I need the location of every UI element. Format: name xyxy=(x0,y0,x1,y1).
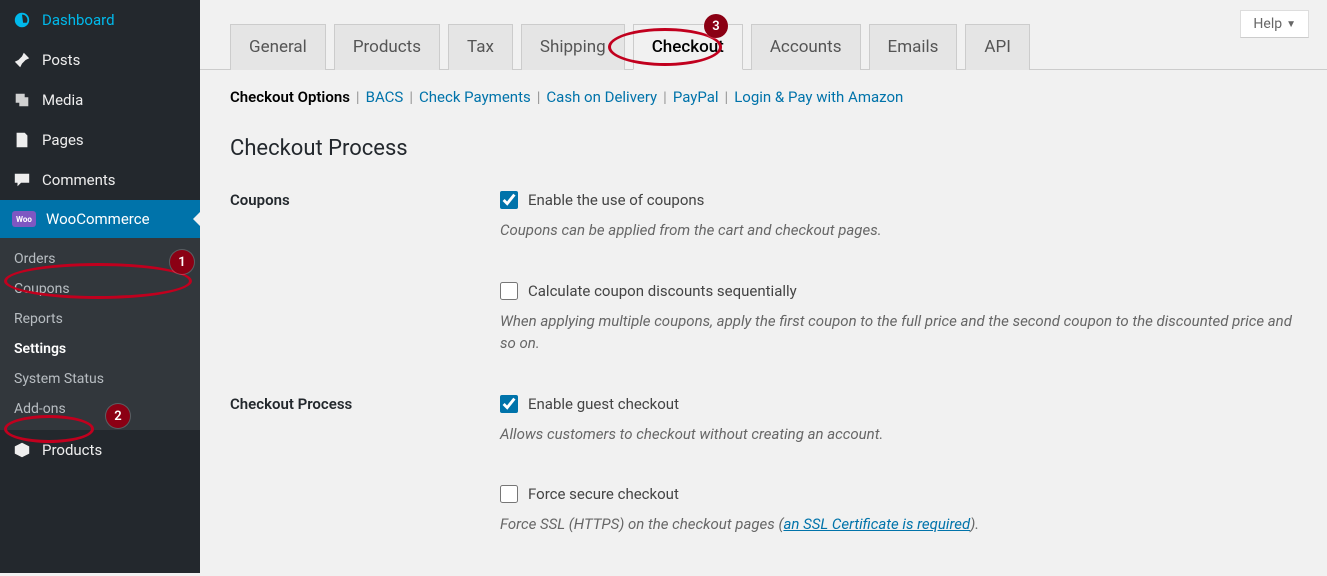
tab-label: General xyxy=(249,37,307,57)
tab-api[interactable]: API xyxy=(965,24,1029,70)
submenu-label: Coupons xyxy=(14,281,70,297)
dashboard-icon xyxy=(12,10,32,30)
submenu-label: Add-ons xyxy=(14,401,66,417)
tab-label: Accounts xyxy=(770,37,842,57)
enable-coupons-label: Enable the use of coupons xyxy=(528,191,704,209)
pages-icon xyxy=(12,130,32,150)
tab-tax[interactable]: Tax xyxy=(448,24,513,70)
menu-label: Comments xyxy=(42,171,116,189)
calc-sequential-label: Calculate coupon discounts sequentially xyxy=(528,282,797,300)
force-ssl-desc-post: ). xyxy=(970,515,979,533)
menu-label: Media xyxy=(42,91,83,109)
submenu-label: Reports xyxy=(14,311,63,327)
submenu-label: Settings xyxy=(14,341,66,357)
force-ssl-label: Force secure checkout xyxy=(528,485,679,503)
tab-shipping[interactable]: Shipping xyxy=(521,24,625,70)
separator: | xyxy=(356,88,360,106)
menu-label: Products xyxy=(42,441,102,459)
annotation-badge-3: 3 xyxy=(704,14,728,38)
submenu-addons[interactable]: Add-ons xyxy=(0,394,200,424)
tab-label: Shipping xyxy=(540,37,606,57)
separator: | xyxy=(725,88,729,106)
tab-accounts[interactable]: Accounts xyxy=(751,24,861,70)
ssl-certificate-link[interactable]: an SSL Certificate is required xyxy=(783,515,970,533)
enable-coupons-desc: Coupons can be applied from the cart and… xyxy=(500,219,1307,242)
menu-products[interactable]: Products xyxy=(0,430,200,470)
content-area: Help ▼ General Products Tax Shipping Che… xyxy=(200,0,1327,573)
menu-label: Posts xyxy=(42,51,80,69)
row-label-coupons: Coupons xyxy=(230,191,500,282)
submenu-label: Orders xyxy=(14,251,56,267)
section-amazon[interactable]: Login & Pay with Amazon xyxy=(734,88,903,106)
section-check-payments[interactable]: Check Payments xyxy=(419,88,531,106)
separator: | xyxy=(409,88,413,106)
enable-coupons-checkbox[interactable] xyxy=(500,191,518,209)
menu-label: Dashboard xyxy=(42,11,115,29)
guest-checkout-checkbox[interactable] xyxy=(500,395,518,413)
tab-emails[interactable]: Emails xyxy=(869,24,958,70)
menu-pages[interactable]: Pages xyxy=(0,120,200,160)
menu-comments[interactable]: Comments xyxy=(0,160,200,200)
submenu-coupons[interactable]: Coupons xyxy=(0,274,200,304)
submenu-label: System Status xyxy=(14,371,104,387)
row-label-checkout-process: Checkout Process xyxy=(230,395,500,486)
menu-woocommerce[interactable]: Woo WooCommerce xyxy=(0,200,200,238)
tab-label: Products xyxy=(353,37,421,57)
menu-posts[interactable]: Posts xyxy=(0,40,200,80)
force-ssl-desc-pre: Force SSL (HTTPS) on the checkout pages … xyxy=(500,515,783,533)
guest-checkout-desc: Allows customers to checkout without cre… xyxy=(500,423,1307,446)
settings-tabs: General Products Tax Shipping Checkout A… xyxy=(200,0,1327,70)
guest-checkout-label: Enable guest checkout xyxy=(528,395,679,413)
section-cod[interactable]: Cash on Delivery xyxy=(546,88,657,106)
tab-general[interactable]: General xyxy=(230,24,326,70)
submenu-reports[interactable]: Reports xyxy=(0,304,200,334)
section-paypal[interactable]: PayPal xyxy=(673,88,719,106)
menu-media[interactable]: Media xyxy=(0,80,200,120)
checkout-sections: Checkout Options | BACS | Check Payments… xyxy=(200,70,1327,106)
submenu-system-status[interactable]: System Status xyxy=(0,364,200,394)
menu-dashboard[interactable]: Dashboard xyxy=(0,0,200,40)
section-checkout-options[interactable]: Checkout Options xyxy=(230,88,350,106)
force-ssl-desc: Force SSL (HTTPS) on the checkout pages … xyxy=(500,513,1307,536)
section-bacs[interactable]: BACS xyxy=(366,88,404,106)
pin-icon xyxy=(12,50,32,70)
annotation-badge-2: 2 xyxy=(106,404,130,428)
settings-form: Coupons Enable the use of coupons Coupon… xyxy=(230,191,1327,576)
woocommerce-icon: Woo xyxy=(12,211,36,227)
tab-label: Emails xyxy=(888,37,939,57)
woocommerce-submenu: Orders Coupons Reports Settings System S… xyxy=(0,238,200,430)
force-ssl-checkbox[interactable] xyxy=(500,485,518,503)
comments-icon xyxy=(12,170,32,190)
calc-sequential-desc: When applying multiple coupons, apply th… xyxy=(500,310,1307,355)
menu-label: WooCommerce xyxy=(46,210,150,228)
submenu-settings[interactable]: Settings xyxy=(0,334,200,364)
separator: | xyxy=(663,88,667,106)
media-icon xyxy=(12,90,32,110)
tab-products[interactable]: Products xyxy=(334,24,440,70)
menu-label: Pages xyxy=(42,131,84,149)
tab-label: Tax xyxy=(467,37,494,57)
tab-label: API xyxy=(984,37,1010,57)
annotation-badge-1: 1 xyxy=(170,250,194,274)
products-icon xyxy=(12,440,32,460)
separator: | xyxy=(537,88,541,106)
tab-label: Checkout xyxy=(652,37,724,57)
admin-sidebar: Dashboard Posts Media Pages Comments xyxy=(0,0,200,573)
calc-sequential-checkbox[interactable] xyxy=(500,282,518,300)
page-heading: Checkout Process xyxy=(200,106,1327,161)
